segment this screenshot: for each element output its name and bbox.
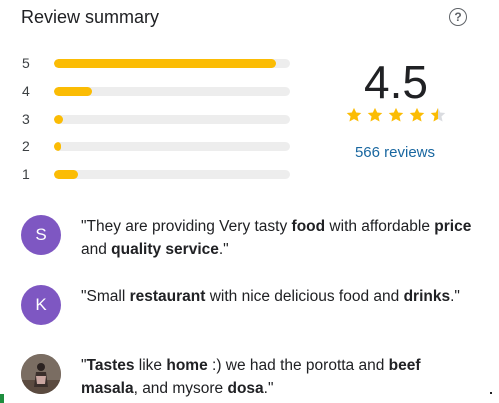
star-icon [409,107,425,122]
histogram-bar-track [54,87,290,96]
histogram-row-3[interactable]: 3 [22,110,292,130]
review-summary-title: Review summary [21,7,160,27]
avatar: K [21,285,61,325]
star-icon [346,107,362,122]
reviews-count-link[interactable]: 566 reviews [330,144,460,161]
histogram-star-label: 1 [22,166,30,182]
histogram-row-5[interactable]: 5 [22,54,292,74]
histogram-bar-track [54,142,290,151]
avatar-photo [21,354,61,394]
histogram-bar-fill [54,170,78,179]
histogram-star-label: 3 [22,111,30,127]
star-icon [367,107,383,122]
histogram-row-4[interactable]: 4 [22,82,292,102]
histogram-star-label: 4 [22,83,30,99]
histogram-star-label: 2 [22,138,30,154]
star-icon [388,107,404,122]
histogram-bar-fill [54,142,62,151]
histogram-bar-track [54,59,290,68]
half-star-icon [430,107,446,122]
edge-dot [490,392,492,394]
histogram-bar-fill [54,115,64,124]
histogram-row-1[interactable]: 1 [22,165,292,185]
help-circle-icon[interactable]: ? [449,8,467,26]
review-snippet-text: "Small restaurant with nice delicious fo… [81,288,460,305]
review-snippet-text: "Tastes like home :) we had the porotta … [81,357,421,397]
histogram-bar-track [54,170,290,179]
histogram-row-2[interactable]: 2 [22,137,292,157]
person-photo-icon [21,354,61,394]
histogram-bar-track [54,115,290,124]
review-snippet-text: "They are providing Very tasty food with… [81,218,472,258]
rating-stars [345,106,447,124]
edge-marker [0,394,4,403]
histogram-bar-fill [54,87,92,96]
avatar: S [21,215,61,255]
histogram-star-label: 5 [22,55,30,71]
histogram-bar-fill [54,59,276,68]
average-rating: 4.5 [364,56,428,108]
